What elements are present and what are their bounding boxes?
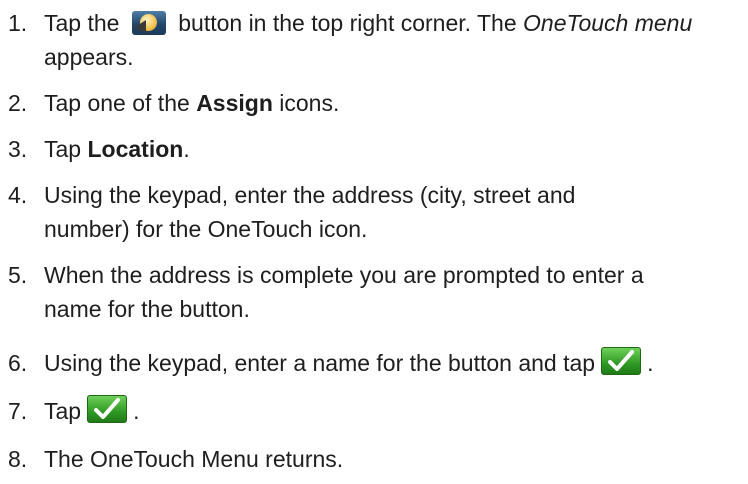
step-text: Tap Location. [44, 132, 734, 166]
step-text: Tap. [44, 394, 734, 428]
step-number: 4. [8, 182, 28, 208]
step-text: Tap one of the Assign icons. [44, 86, 734, 120]
green-check-icon [87, 395, 128, 423]
step-number: 7. [8, 398, 28, 424]
italic-term: OneTouch menu [523, 10, 693, 36]
bold-term: Assign [196, 90, 273, 116]
step-number: 2. [8, 90, 28, 116]
step-number: 3. [8, 136, 28, 162]
step-number: 1. [8, 10, 28, 36]
green-check-icon [601, 347, 642, 375]
step-text-part: appears. [44, 44, 134, 70]
step-number: 8. [8, 446, 28, 472]
step-text-part: Tap [44, 136, 82, 162]
step-text-part: icons. [279, 90, 340, 116]
step-text-part: Tap one of the [44, 90, 190, 116]
step-text-part: button in the top right corner. The [178, 10, 517, 36]
step-number: 6. [8, 350, 28, 376]
step-text-part: Tap the [44, 10, 120, 36]
step-text-part: . [647, 350, 654, 376]
step-text-part: Using the keypad, enter a name for the b… [44, 350, 596, 376]
step-text-part: . [133, 398, 140, 424]
step-text: Tap the button in the top right corner. … [44, 6, 734, 74]
step-text: Using the keypad, enter the address (cit… [44, 182, 576, 242]
onetouch-menu-icon [131, 11, 166, 35]
step-text: Using the keypad, enter a name for the b… [44, 346, 734, 380]
bold-term: Location [87, 136, 184, 162]
step-text-part: Tap [44, 398, 82, 424]
step-text: When the address is complete you are pro… [44, 262, 644, 322]
step-number: 5. [8, 262, 28, 288]
step-text: The OneTouch Menu returns. [44, 446, 344, 472]
step-text-part: . [183, 136, 190, 162]
